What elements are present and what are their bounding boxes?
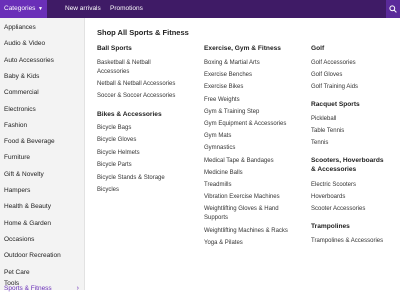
link-boxing-martial-arts[interactable]: Boxing & Martial Arts	[204, 59, 260, 67]
categories-label: Categories	[4, 5, 36, 12]
sidebar-item-auto-accessories[interactable]: Auto Accessories	[0, 52, 84, 69]
sidebar-item-appliances[interactable]: Appliances	[0, 19, 84, 36]
link-pickleball[interactable]: Pickleball	[311, 115, 336, 123]
heading-racquet-sports[interactable]: Racquet Sports	[311, 100, 360, 109]
link-golf-training-aids[interactable]: Golf Training Aids	[311, 83, 358, 91]
sidebar-item-commercial[interactable]: Commercial	[0, 84, 84, 101]
heading-ball-sports[interactable]: Ball Sports	[97, 44, 132, 53]
link-trampolines-accessories[interactable]: Trampolines & Accessories	[311, 237, 383, 245]
link-weightlifting-gloves-cont[interactable]: Supports	[204, 214, 228, 222]
link-medicine-balls[interactable]: Medicine Balls	[204, 169, 243, 177]
sidebar-item-hampers[interactable]: Hampers	[0, 182, 84, 199]
heading-scooters-hoverboards[interactable]: Scooters, Hoverboards	[311, 156, 384, 165]
link-bicycle-gloves[interactable]: Bicycle Gloves	[97, 136, 136, 144]
sidebar-item-audio-video[interactable]: Audio & Video	[0, 35, 84, 52]
link-scooter-accessories[interactable]: Scooter Accessories	[311, 205, 365, 213]
link-exercise-benches[interactable]: Exercise Benches	[204, 71, 252, 79]
link-gym-training-step[interactable]: Gym & Training Step	[204, 108, 259, 116]
link-bicycle-parts[interactable]: Bicycle Parts	[97, 161, 132, 169]
sidebar-item-fashion[interactable]: Fashion	[0, 117, 84, 134]
link-soccer-accessories[interactable]: Soccer & Soccer Accessories	[97, 92, 175, 100]
link-golf-accessories[interactable]: Golf Accessories	[311, 59, 356, 67]
heading-golf[interactable]: Golf	[311, 44, 324, 53]
search-button[interactable]	[386, 0, 400, 18]
nav-promotions[interactable]: Promotions	[110, 0, 143, 18]
sidebar-item-outdoor-recreation[interactable]: Outdoor Recreation	[0, 247, 84, 264]
link-treadmills[interactable]: Treadmills	[204, 181, 231, 189]
sidebar-item-gift-novelty[interactable]: Gift & Novelty	[0, 166, 84, 183]
link-bicycle-stands-storage[interactable]: Bicycle Stands & Storage	[97, 174, 165, 182]
top-nav-bar: Categories ▼ New arrivals Promotions	[0, 0, 400, 18]
link-golf-gloves[interactable]: Golf Gloves	[311, 71, 342, 79]
categories-button[interactable]: Categories ▼	[0, 0, 47, 18]
link-electric-scooters[interactable]: Electric Scooters	[311, 181, 356, 189]
sidebar-item-furniture[interactable]: Furniture	[0, 149, 84, 166]
link-gymnastics[interactable]: Gymnastics	[204, 144, 235, 152]
sidebar-item-baby-kids[interactable]: Baby & Kids	[0, 68, 84, 85]
link-hoverboards[interactable]: Hoverboards	[311, 193, 345, 201]
chevron-down-icon: ▼	[38, 6, 43, 12]
link-table-tennis[interactable]: Table Tennis	[311, 127, 344, 135]
nav-new-arrivals[interactable]: New arrivals	[65, 0, 101, 18]
link-gym-mats[interactable]: Gym Mats	[204, 132, 231, 140]
link-vibration-exercise-machines[interactable]: Vibration Exercise Machines	[204, 193, 280, 201]
link-yoga-pilates[interactable]: Yoga & Pilates	[204, 239, 243, 247]
mega-menu-panel: Shop All Sports & Fitness Ball Sports Ba…	[86, 18, 400, 290]
link-free-weights[interactable]: Free Weights	[204, 96, 240, 104]
heading-exercise-gym-fitness[interactable]: Exercise, Gym & Fitness	[204, 44, 281, 53]
category-sidebar: Appliances Audio & Video Auto Accessorie…	[0, 18, 85, 292]
link-weightlifting-gloves[interactable]: Weightlifting Gloves & Hand	[204, 205, 279, 213]
link-weightlifting-machines-racks[interactable]: Weightlifting Machines & Racks	[204, 227, 288, 235]
link-basketball-netball[interactable]: Basketball & Netball	[97, 59, 151, 67]
link-basketball-netball-cont[interactable]: Accessories	[97, 68, 129, 76]
sidebar-item-home-garden[interactable]: Home & Garden	[0, 215, 84, 232]
search-icon	[389, 5, 397, 13]
heading-scooters-hoverboards-cont[interactable]: & Accessories	[311, 165, 356, 174]
sidebar-item-tools[interactable]: Tools	[0, 275, 84, 292]
link-medical-tape-bandages[interactable]: Medical Tape & Bandages	[204, 157, 274, 165]
heading-bikes-accessories[interactable]: Bikes & Accessories	[97, 110, 162, 119]
heading-trampolines[interactable]: Trampolines	[311, 222, 350, 231]
link-bicycle-helmets[interactable]: Bicycle Helmets	[97, 149, 140, 157]
sidebar-item-electronics[interactable]: Electronics	[0, 101, 84, 118]
link-exercise-bikes[interactable]: Exercise Bikes	[204, 83, 243, 91]
page-title[interactable]: Shop All Sports & Fitness	[97, 28, 189, 37]
sidebar-item-occasions[interactable]: Occasions	[0, 231, 84, 248]
link-gym-equipment-accessories[interactable]: Gym Equipment & Accessories	[204, 120, 286, 128]
link-bicycle-bags[interactable]: Bicycle Bags	[97, 124, 131, 132]
sidebar-item-food-beverage[interactable]: Food & Beverage	[0, 133, 84, 150]
link-netball-accessories[interactable]: Netball & Netball Accessories	[97, 80, 175, 88]
sidebar-item-health-beauty[interactable]: Health & Beauty	[0, 198, 84, 215]
link-bicycles[interactable]: Bicycles	[97, 186, 119, 194]
link-tennis[interactable]: Tennis	[311, 139, 328, 147]
